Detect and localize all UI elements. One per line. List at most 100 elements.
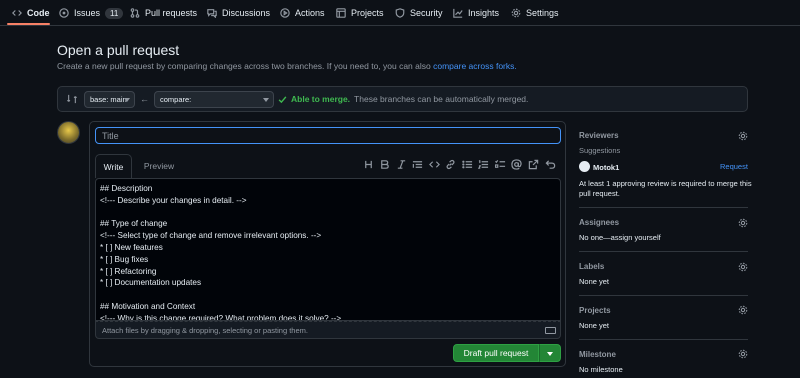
tab-pull-requests-label: Pull requests (145, 8, 198, 18)
body-textarea[interactable]: ## Description <!--- Describe your chang… (95, 178, 561, 321)
ordered-list-icon[interactable] (478, 159, 489, 170)
page-title: Open a pull request (57, 42, 180, 58)
active-tab-indicator (7, 23, 50, 25)
review-requirement-note-2: pull request. (579, 189, 620, 198)
base-branch-select[interactable]: base: main (84, 91, 135, 108)
tab-preview[interactable]: Preview (139, 154, 179, 178)
undo-icon[interactable] (545, 159, 556, 170)
issue-icon (59, 8, 69, 18)
tab-write[interactable]: Write (95, 154, 132, 178)
suggested-user-name: Motok1 (593, 163, 620, 172)
mention-icon[interactable] (511, 159, 522, 170)
chevron-down-icon (263, 98, 269, 102)
bold-icon[interactable] (379, 159, 390, 170)
labels-gear-icon[interactable] (738, 262, 748, 272)
reviewers-gear-icon[interactable] (738, 131, 748, 141)
body-line: * [ ] New features (100, 242, 163, 252)
page-subtitle: Create a new pull request by comparing c… (57, 61, 517, 71)
merge-status: Able to merge. These branches can be aut… (278, 94, 528, 104)
tab-settings[interactable]: Settings (511, 0, 559, 26)
compare-across-forks-link[interactable]: compare across forks. (433, 61, 517, 71)
milestone-value: No milestone (579, 365, 623, 374)
tab-security[interactable]: Security (395, 0, 443, 26)
sidebar-divider (579, 251, 748, 252)
pull-request-form: Write Preview ## Description <!--- Descr… (89, 121, 566, 367)
reference-icon[interactable] (528, 159, 539, 170)
subtitle-text: Create a new pull request by comparing c… (57, 61, 431, 71)
body-line (100, 289, 556, 301)
link-icon[interactable] (445, 159, 456, 170)
tab-projects[interactable]: Projects (336, 0, 384, 26)
body-line: * [ ] Refactoring (100, 266, 157, 276)
projects-gear-icon[interactable] (738, 305, 748, 315)
discussion-icon (207, 8, 217, 18)
sidebar-divider (579, 295, 748, 296)
arrow-left-icon: ← (140, 94, 149, 104)
attach-files-area[interactable]: Attach files by dragging & dropping, sel… (95, 321, 561, 339)
body-line: ## Motivation and Context (100, 301, 196, 311)
tab-discussions[interactable]: Discussions (207, 0, 270, 26)
sidebar-divider (579, 339, 748, 340)
tab-projects-label: Projects (351, 8, 384, 18)
heading-icon[interactable] (363, 159, 374, 170)
base-branch-label: base: main (90, 95, 127, 104)
tab-issues-label: Issues (74, 8, 101, 18)
body-line: * [ ] Documentation updates (100, 278, 202, 288)
chevron-down-icon (124, 98, 130, 102)
editor-tabs: Write Preview (95, 154, 561, 178)
request-review-link[interactable]: Request (720, 162, 748, 171)
labels-title: Labels (579, 262, 605, 271)
title-input[interactable] (95, 127, 561, 144)
italic-icon[interactable] (396, 159, 407, 170)
body-line: <!--- Why is this change required? What … (100, 313, 342, 321)
tab-actions[interactable]: Actions (280, 0, 325, 26)
compare-bar: base: main ← compare: Able to merge. The… (57, 86, 748, 112)
tab-settings-label: Settings (526, 8, 559, 18)
code-icon[interactable] (429, 159, 440, 170)
avatar[interactable] (57, 121, 80, 144)
check-icon (278, 95, 287, 104)
milestone-title: Milestone (579, 350, 616, 359)
body-line: <!--- Describe your changes in detail. -… (100, 195, 247, 205)
assignees-value[interactable]: No one—assign yourself (579, 233, 661, 242)
body-line (100, 207, 556, 219)
body-line: ## Description (100, 184, 153, 193)
attach-files-text: Attach files by dragging & dropping, sel… (102, 325, 308, 335)
shield-icon (395, 8, 405, 18)
draft-pull-request-button[interactable]: Draft pull request (453, 344, 539, 362)
reviewers-title: Reviewers (579, 131, 619, 140)
labels-value: None yet (579, 277, 610, 286)
table-icon (336, 8, 346, 18)
code-icon (12, 8, 22, 18)
projects-value: None yet (579, 321, 610, 330)
suggested-user-avatar (579, 161, 590, 172)
tab-code-label: Code (27, 8, 50, 18)
compare-branch-select[interactable]: compare: (154, 91, 274, 108)
tab-issues[interactable]: Issues 11 (59, 0, 124, 26)
tab-pull-requests[interactable]: Pull requests (130, 0, 197, 26)
issues-counter: 11 (105, 7, 124, 19)
milestone-gear-icon[interactable] (738, 349, 748, 359)
quote-icon[interactable] (412, 159, 423, 170)
graph-icon (453, 8, 463, 18)
gear-icon (511, 8, 521, 18)
body-line: * [ ] Bug fixes (100, 254, 149, 264)
review-requirement-note: At least 1 approving review is required … (579, 179, 752, 188)
repo-nav: Code Issues 11 Pull requests Discussions… (0, 0, 800, 26)
unordered-list-icon[interactable] (462, 159, 473, 170)
body-line: <!--- Select type of change and remove i… (100, 231, 322, 241)
tab-insights[interactable]: Insights (453, 0, 499, 26)
compare-branch-label: compare: (160, 95, 192, 104)
chevron-down-icon (547, 352, 553, 356)
submit-options-dropdown[interactable] (539, 344, 561, 362)
assignees-gear-icon[interactable] (738, 218, 748, 228)
tab-actions-label: Actions (295, 8, 325, 18)
tab-discussions-label: Discussions (222, 8, 271, 18)
task-list-icon[interactable] (495, 159, 506, 170)
pull-request-icon (130, 8, 140, 18)
tab-insights-label: Insights (468, 8, 500, 18)
tab-security-label: Security (410, 8, 443, 18)
suggestions-label: Suggestions (579, 146, 621, 155)
play-icon (280, 8, 290, 18)
markdown-icon (545, 327, 556, 334)
